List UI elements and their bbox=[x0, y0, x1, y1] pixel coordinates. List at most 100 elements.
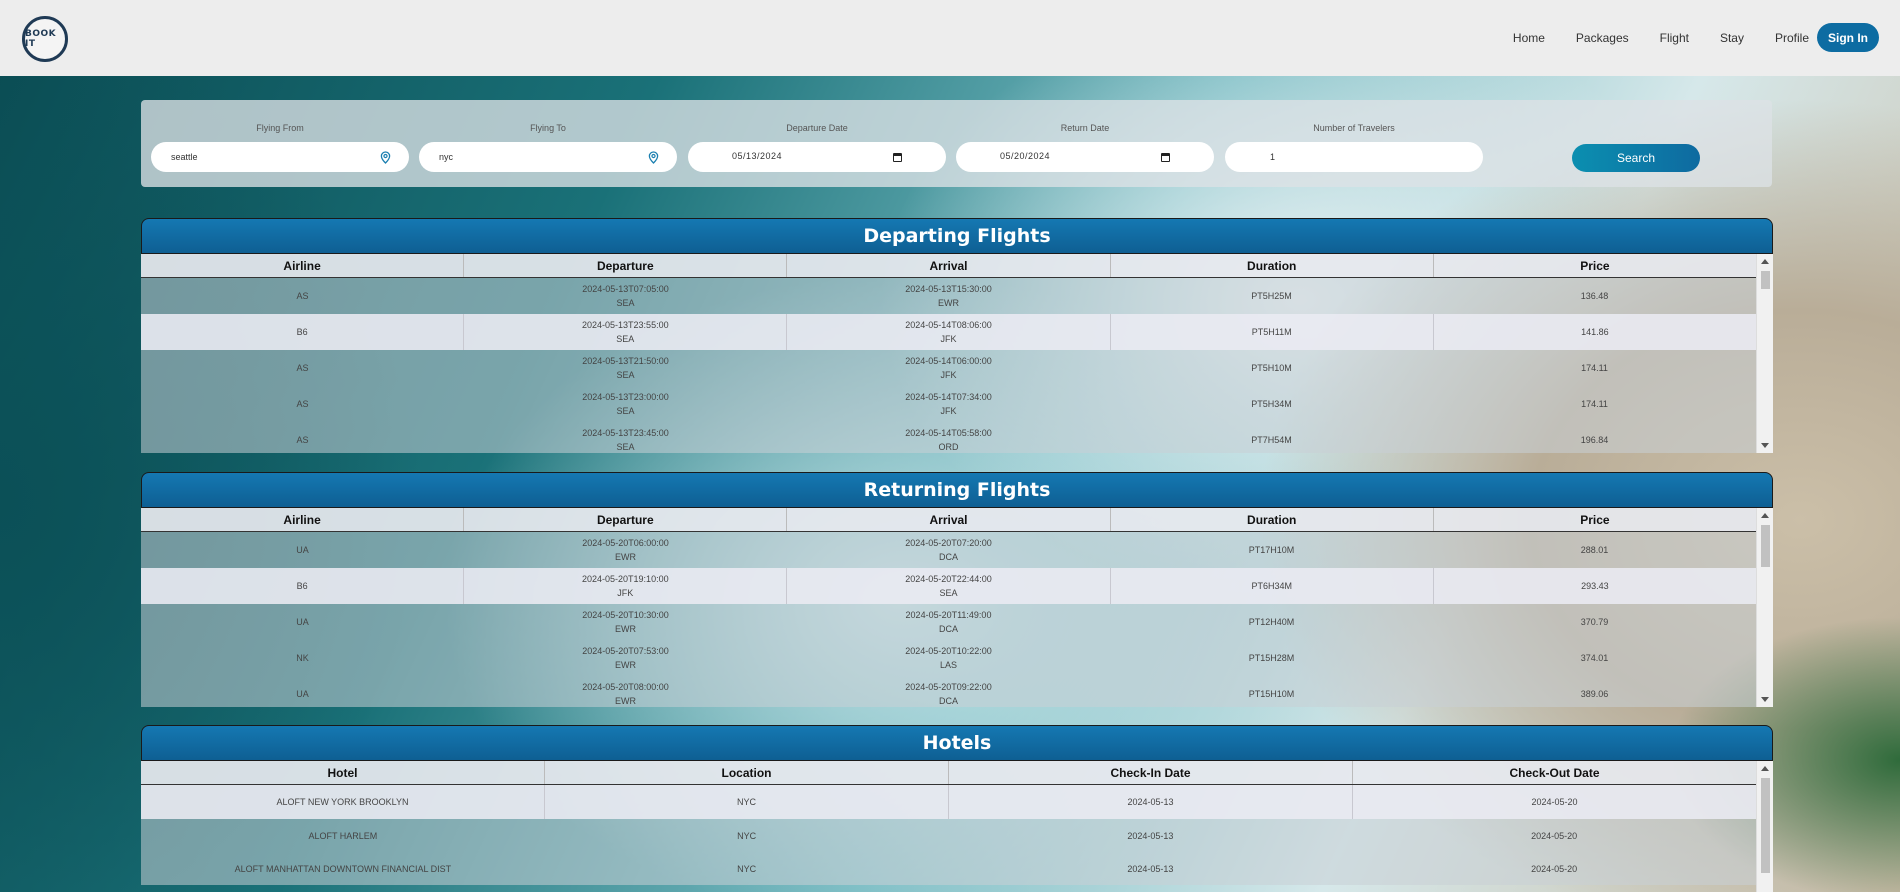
column-header[interactable]: Location bbox=[545, 761, 949, 784]
departure-airport: SEA bbox=[616, 298, 635, 308]
departure-time: 2024-05-13T07:05:00 bbox=[582, 284, 669, 294]
hotel-name-cell: ALOFT MANHATTAN DOWNTOWN FINANCIAL DIST bbox=[234, 863, 452, 874]
departure-time: 2024-05-13T23:00:00 bbox=[582, 392, 669, 402]
column-header[interactable]: Hotel bbox=[141, 761, 545, 784]
table-row[interactable]: B6 2024-05-13T23:55:00 SEA 2024-05-14T08:… bbox=[141, 314, 1756, 350]
scroll-down-arrow-icon[interactable] bbox=[1761, 697, 1769, 702]
airline-cell: UA bbox=[296, 689, 309, 699]
nav-home[interactable]: Home bbox=[1513, 31, 1545, 45]
hotel-name-cell: ALOFT NEW YORK BROOKLYN bbox=[141, 785, 545, 819]
table-row[interactable]: ALOFT MANHATTAN DOWNTOWN FINANCIAL DIST … bbox=[141, 852, 1756, 885]
location-cell: NYC bbox=[737, 863, 757, 874]
column-header[interactable]: Check-Out Date bbox=[1353, 761, 1756, 784]
column-header[interactable]: Departure bbox=[464, 508, 788, 531]
arrival-time: 2024-05-14T05:58:00 bbox=[905, 428, 992, 438]
arrival-cell: 2024-05-14T07:34:00 JFK bbox=[787, 386, 1110, 422]
arrival-cell: 2024-05-20T10:22:00 LAS bbox=[787, 640, 1110, 676]
nav-flight[interactable]: Flight bbox=[1660, 31, 1689, 45]
return-date-input[interactable]: 05/20/2024 bbox=[956, 142, 1214, 172]
scroll-up-arrow-icon[interactable] bbox=[1761, 259, 1769, 264]
arrival-airport: JFK bbox=[940, 406, 957, 416]
scroll-thumb[interactable] bbox=[1761, 271, 1770, 289]
table-row[interactable]: UA 2024-05-20T08:00:00 EWR 2024-05-20T09:… bbox=[141, 676, 1756, 707]
hotels-table: Hotel Location Check-In Date Check-Out D… bbox=[141, 761, 1773, 892]
scroll-thumb[interactable] bbox=[1761, 525, 1770, 567]
nav-packages[interactable]: Packages bbox=[1576, 31, 1629, 45]
departure-airport: EWR bbox=[615, 624, 636, 634]
column-header[interactable]: Arrival bbox=[787, 508, 1111, 531]
scrollbar[interactable] bbox=[1756, 254, 1773, 453]
departure-cell: 2024-05-13T23:00:00 SEA bbox=[464, 386, 787, 422]
column-header[interactable]: Check-In Date bbox=[949, 761, 1353, 784]
scroll-thumb[interactable] bbox=[1761, 778, 1770, 873]
flying-from-input[interactable]: seattle bbox=[151, 142, 409, 172]
table-row[interactable]: ALOFT HARLEM NYC 2024-05-13 2024-05-20 bbox=[141, 819, 1756, 852]
location-cell: NYC bbox=[737, 830, 757, 841]
table-header-row: Hotel Location Check-In Date Check-Out D… bbox=[141, 761, 1756, 785]
price-cell: 141.86 bbox=[1581, 327, 1609, 337]
column-header[interactable]: Duration bbox=[1111, 508, 1434, 531]
hotels-section: Hotels Hotel Location Check-In Date Chec… bbox=[141, 725, 1773, 892]
column-header[interactable]: Price bbox=[1434, 254, 1756, 277]
sign-in-button[interactable]: Sign In bbox=[1817, 23, 1879, 52]
departure-date-value: 05/13/2024 bbox=[732, 151, 783, 161]
flying-to-value: nyc bbox=[439, 152, 454, 162]
column-header[interactable]: Arrival bbox=[787, 254, 1111, 277]
arrival-airport: ORD bbox=[938, 442, 959, 452]
arrival-time: 2024-05-14T06:00:00 bbox=[905, 356, 992, 366]
table-row[interactable]: ALOFT NEW YORK BROOKLYN NYC 2024-05-13 2… bbox=[141, 785, 1756, 819]
table-row[interactable]: AS 2024-05-13T07:05:00 SEA 2024-05-13T15:… bbox=[141, 278, 1756, 314]
table-row[interactable]: UA 2024-05-20T06:00:00 EWR 2024-05-20T07:… bbox=[141, 532, 1756, 568]
flying-to-input[interactable]: nyc bbox=[419, 142, 677, 172]
returning-flights-section: Returning Flights Airline Departure Arri… bbox=[141, 472, 1773, 707]
duration-cell: PT7H54M bbox=[1251, 435, 1292, 445]
table-row[interactable]: AS 2024-05-13T21:50:00 SEA 2024-05-14T06:… bbox=[141, 350, 1756, 386]
location-pin-icon bbox=[380, 151, 391, 164]
table-row[interactable]: AS 2024-05-13T23:45:00 SEA 2024-05-14T05:… bbox=[141, 422, 1756, 453]
arrival-time: 2024-05-20T10:22:00 bbox=[905, 646, 992, 656]
arrival-airport: LAS bbox=[939, 660, 957, 670]
column-header[interactable]: Airline bbox=[141, 508, 465, 531]
departure-cell: 2024-05-13T21:50:00 SEA bbox=[464, 350, 787, 386]
departure-time: 2024-05-13T21:50:00 bbox=[582, 356, 669, 366]
duration-cell: PT15H10M bbox=[1248, 689, 1295, 699]
travelers-input[interactable]: 1 bbox=[1225, 142, 1483, 172]
departure-cell: 2024-05-13T07:05:00 SEA bbox=[464, 278, 787, 314]
table-row[interactable]: B6 2024-05-20T19:10:00 JFK 2024-05-20T22:… bbox=[141, 568, 1756, 604]
scroll-up-arrow-icon[interactable] bbox=[1761, 513, 1769, 518]
airline-cell: B6 bbox=[141, 314, 465, 350]
column-header[interactable]: Airline bbox=[141, 254, 465, 277]
departure-date-input[interactable]: 05/13/2024 bbox=[688, 142, 946, 172]
table-row[interactable]: AS 2024-05-13T23:00:00 SEA 2024-05-14T07:… bbox=[141, 386, 1756, 422]
departure-cell: 2024-05-13T23:55:00 SEA bbox=[464, 314, 788, 350]
airline-cell: AS bbox=[296, 399, 309, 409]
scrollbar[interactable] bbox=[1756, 508, 1773, 707]
column-header[interactable]: Departure bbox=[464, 254, 788, 277]
table-row[interactable]: UA 2024-05-20T10:30:00 EWR 2024-05-20T11:… bbox=[141, 604, 1756, 640]
column-header[interactable]: Price bbox=[1434, 508, 1756, 531]
arrival-airport: JFK bbox=[940, 370, 957, 380]
price-cell: 374.01 bbox=[1580, 653, 1609, 663]
logo-text: BOOK IT bbox=[25, 29, 57, 49]
calendar-icon[interactable] bbox=[1161, 153, 1170, 162]
calendar-icon[interactable] bbox=[893, 153, 902, 162]
flight-search-panel: Flying From seattle Flying To nyc Depart… bbox=[141, 100, 1772, 187]
arrival-airport: DCA bbox=[938, 696, 958, 706]
scrollbar[interactable] bbox=[1756, 761, 1773, 892]
departure-cell: 2024-05-20T08:00:00 EWR bbox=[464, 676, 787, 707]
price-cell: 389.06 bbox=[1580, 689, 1609, 699]
flying-to-label: Flying To bbox=[530, 123, 566, 133]
flying-from-label: Flying From bbox=[256, 123, 304, 133]
table-row[interactable]: NK 2024-05-20T07:53:00 EWR 2024-05-20T10:… bbox=[141, 640, 1756, 676]
departure-time: 2024-05-20T10:30:00 bbox=[582, 610, 669, 620]
arrival-airport: EWR bbox=[938, 298, 959, 308]
column-header[interactable]: Duration bbox=[1111, 254, 1434, 277]
return-date-value: 05/20/2024 bbox=[1000, 151, 1051, 161]
logo[interactable]: BOOK IT bbox=[22, 16, 68, 62]
nav-profile[interactable]: Profile bbox=[1775, 31, 1809, 45]
scroll-up-arrow-icon[interactable] bbox=[1761, 766, 1769, 771]
checkin-cell: 2024-05-13 bbox=[949, 785, 1353, 819]
search-button[interactable]: Search bbox=[1572, 144, 1700, 172]
scroll-down-arrow-icon[interactable] bbox=[1761, 443, 1769, 448]
nav-stay[interactable]: Stay bbox=[1720, 31, 1744, 45]
